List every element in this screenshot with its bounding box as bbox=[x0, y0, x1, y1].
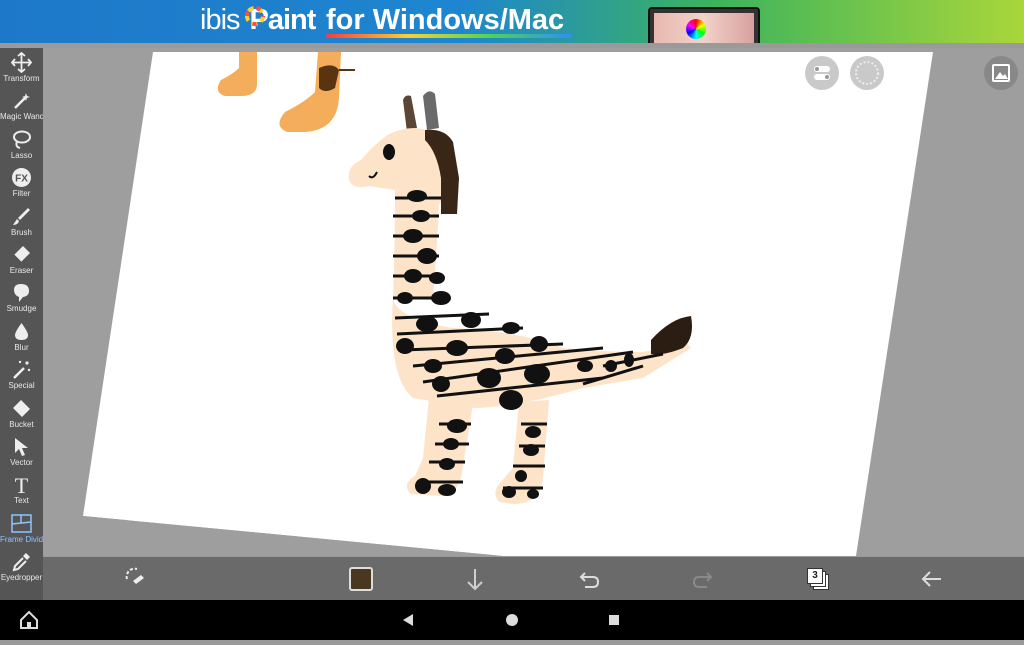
tool-label: Bucket bbox=[9, 419, 34, 429]
brush-settings-button[interactable] bbox=[121, 557, 149, 600]
layer-count: 3 bbox=[812, 570, 818, 581]
tool-label: Transform bbox=[3, 74, 40, 83]
banner-tagline: for Windows/Mac bbox=[326, 4, 565, 36]
square-recents-icon bbox=[609, 615, 619, 625]
circle-home-icon bbox=[506, 614, 518, 626]
canvas-workspace[interactable] bbox=[43, 48, 1024, 556]
toggle-switches-icon bbox=[814, 66, 830, 80]
tool-label: Eraser bbox=[9, 266, 34, 275]
sparkle-wand-icon bbox=[11, 359, 32, 380]
bucket-icon bbox=[11, 398, 32, 419]
bottom-toolbar: 3 bbox=[43, 557, 1024, 600]
smudge-icon bbox=[11, 282, 32, 303]
nav-recents-button[interactable] bbox=[604, 600, 624, 640]
tool-eraser[interactable]: Eraser bbox=[0, 242, 43, 280]
layers-button[interactable]: 3 bbox=[807, 568, 829, 590]
tool-label: Vector bbox=[10, 458, 33, 467]
undo-button[interactable] bbox=[577, 557, 601, 600]
text-t-icon: T bbox=[11, 473, 32, 498]
redo-icon bbox=[692, 572, 713, 588]
tool-brush[interactable]: Brush bbox=[0, 204, 43, 242]
tool-label: Blur bbox=[14, 342, 29, 352]
magic-wand-icon bbox=[11, 90, 32, 111]
tool-transform[interactable]: Transform bbox=[0, 50, 43, 88]
lasso-icon bbox=[11, 129, 32, 150]
tool-label: Brush bbox=[11, 227, 32, 237]
tool-smudge[interactable]: Smudge bbox=[0, 280, 43, 318]
frame-divider-icon bbox=[11, 513, 32, 534]
nav-home-button[interactable] bbox=[502, 600, 522, 640]
tool-label: Magic Wand bbox=[0, 112, 45, 122]
tool-sidebar: Transform Magic Wand Lasso FX Filter Brush Era… bbox=[0, 48, 51, 600]
tool-blur[interactable]: Blur bbox=[0, 319, 43, 357]
image-icon bbox=[992, 64, 1010, 82]
tool-bucket[interactable]: Bucket bbox=[0, 396, 43, 434]
home-app-button[interactable] bbox=[16, 600, 42, 640]
tool-frame-divider[interactable]: Frame Divider bbox=[0, 511, 51, 549]
tool-special[interactable]: Special bbox=[0, 357, 43, 395]
tool-label: Frame Divider bbox=[0, 534, 51, 544]
banner-underline bbox=[326, 34, 572, 38]
tool-text[interactable]: T Text bbox=[0, 472, 43, 510]
current-color-swatch[interactable] bbox=[349, 567, 373, 591]
reference-window-button[interactable] bbox=[850, 56, 884, 90]
undo-icon bbox=[579, 572, 600, 588]
svg-text:FX: FX bbox=[15, 174, 28, 185]
tool-label: Lasso bbox=[10, 150, 33, 160]
fx-icon: FX bbox=[11, 167, 32, 188]
eyedropper-icon bbox=[11, 551, 32, 572]
color-wheel-icon bbox=[686, 19, 706, 39]
tool-filter[interactable]: FX Filter bbox=[0, 165, 43, 203]
nav-back-button[interactable] bbox=[398, 600, 418, 640]
image-import-button[interactable] bbox=[984, 56, 1018, 90]
redo-button[interactable] bbox=[691, 557, 715, 600]
tool-vector[interactable]: Vector bbox=[0, 434, 43, 472]
dotted-circle-icon bbox=[855, 61, 879, 85]
cursor-arrow-icon bbox=[11, 436, 32, 457]
tool-label: Eyedropper bbox=[0, 573, 43, 583]
banner-laptop-thumbnail bbox=[648, 7, 760, 43]
tool-lasso[interactable]: Lasso bbox=[0, 127, 43, 165]
triangle-back-icon bbox=[403, 614, 413, 626]
ad-banner[interactable]: ibis Paint for Windows/Mac bbox=[0, 0, 1024, 43]
tool-label: Special bbox=[8, 381, 35, 391]
arrow-down-icon bbox=[467, 569, 483, 591]
house-icon bbox=[20, 610, 38, 629]
brush-rotate-icon bbox=[125, 567, 144, 584]
tool-magic-wand[interactable]: Magic Wand bbox=[0, 88, 45, 126]
drop-icon bbox=[11, 321, 32, 342]
tool-label: Filter bbox=[12, 189, 31, 199]
tool-eyedropper[interactable]: Eyedropper bbox=[0, 549, 43, 587]
canvas-settings-button[interactable] bbox=[805, 56, 839, 90]
brush-icon bbox=[11, 206, 32, 227]
tool-label: Text bbox=[14, 496, 29, 506]
tool-label: Smudge bbox=[6, 304, 37, 314]
back-button[interactable] bbox=[919, 557, 945, 600]
color-wheel-logo-icon bbox=[245, 6, 265, 26]
eraser-icon bbox=[11, 244, 32, 265]
svg-text:T: T bbox=[15, 474, 29, 495]
arrow-left-icon bbox=[921, 571, 941, 587]
drawing-canvas[interactable] bbox=[43, 48, 1024, 556]
move-down-button[interactable] bbox=[463, 557, 487, 600]
system-navigation-bar bbox=[0, 600, 1024, 640]
move-arrows-icon bbox=[10, 51, 33, 74]
